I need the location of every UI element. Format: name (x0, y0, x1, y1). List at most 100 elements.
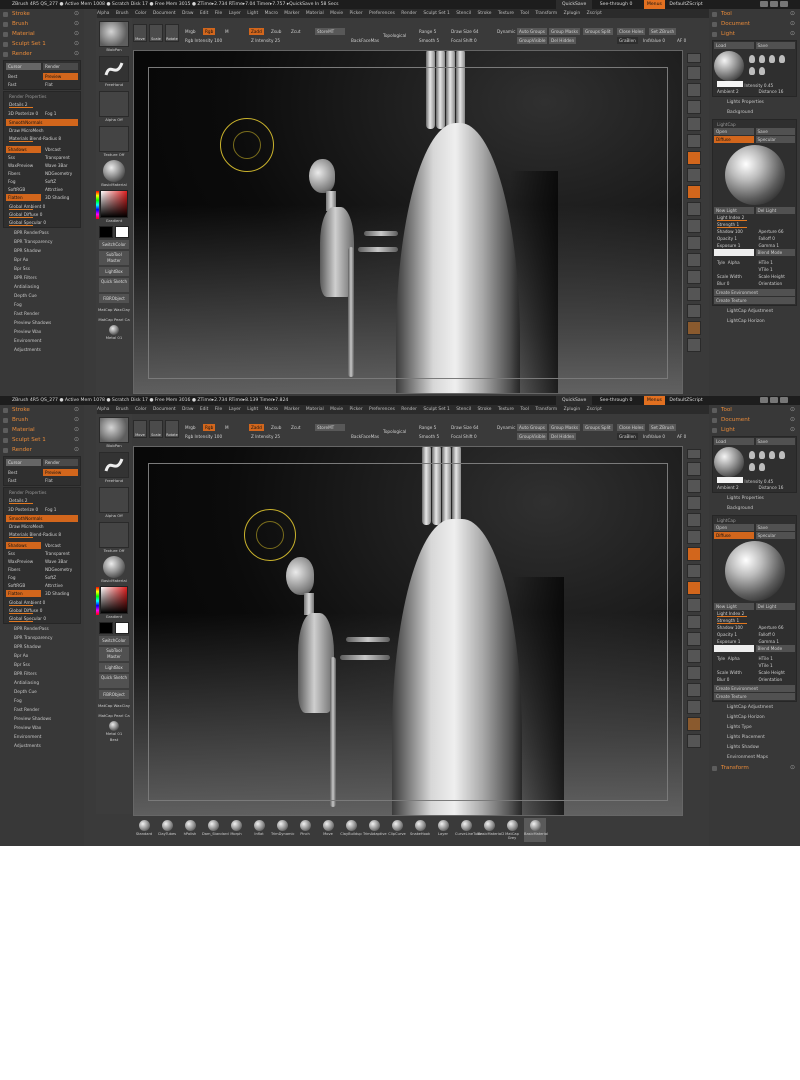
bpr-ao-button[interactable]: Bpr Ao (0, 256, 84, 265)
lightcap-title[interactable]: LightCap (714, 121, 795, 128)
diffuse-tab[interactable]: Diffuse (714, 532, 754, 539)
smooth-normals-button[interactable]: SmoothNormals (6, 119, 78, 126)
alpha-thumb[interactable] (99, 91, 129, 117)
bpr-filters-button[interactable]: BPR Filters (0, 670, 84, 679)
menu-render[interactable]: Render (401, 407, 417, 412)
aperture-slider[interactable]: Aperture 66 (756, 228, 796, 235)
menu-zplugin[interactable]: Zplugin (564, 407, 581, 412)
set-zbrush-button[interactable]: Set ZBrush (649, 28, 677, 35)
pin-icon[interactable]: ⊙ (790, 19, 795, 29)
floor-icon[interactable] (687, 134, 701, 148)
sss-toggle[interactable]: Sss (6, 154, 41, 161)
fog-toggle[interactable]: Fog (6, 178, 41, 185)
default-zscript-button[interactable]: DefaultZScript (669, 2, 702, 7)
preview-wax-button[interactable]: Preview Wax (0, 328, 84, 337)
pin-icon[interactable]: ⊙ (790, 425, 795, 435)
pin-icon[interactable]: ⊙ (74, 29, 79, 39)
maximize-icon[interactable] (770, 397, 778, 403)
transp-icon[interactable] (687, 683, 701, 697)
menu-zplugin[interactable]: Zplugin (564, 11, 581, 16)
pin-icon[interactable]: ⊙ (790, 29, 795, 39)
light-save-button[interactable]: Save (755, 42, 795, 49)
flat-render-button[interactable]: Flat (43, 81, 78, 88)
brush-inflat[interactable]: Inflat (248, 818, 270, 842)
lightcap-horizon-button[interactable]: LightCap Horizon (709, 317, 800, 327)
brush-claybuildup[interactable]: ClayBuildup (340, 818, 362, 842)
diffuse-tab[interactable]: Diffuse (714, 136, 754, 143)
actual-icon[interactable] (687, 83, 701, 97)
subtool-master-button[interactable]: SubTool Master (99, 647, 129, 661)
menu-light[interactable]: Light (247, 11, 258, 16)
lightcap-save-button[interactable]: Save (755, 524, 795, 531)
global-ambient-slider[interactable]: Global Ambient 0 (6, 599, 78, 606)
aahalf-icon[interactable] (687, 496, 701, 510)
transparent-toggle[interactable]: Transparent (43, 550, 78, 557)
tool-palette-header[interactable]: Tool ⊙ (709, 9, 800, 19)
bpr-sss-button[interactable]: Bpr Sss (0, 265, 84, 274)
brush-standard[interactable]: Standard (133, 818, 155, 842)
render-tab[interactable]: Render (43, 63, 78, 70)
xyz-icon[interactable] (687, 185, 701, 199)
preview-render-button[interactable]: Preview (43, 469, 78, 476)
lightcap-adjustment-button[interactable]: LightCap Adjustment (709, 307, 800, 317)
smooth-normals-button[interactable]: SmoothNormals (6, 515, 78, 522)
best-render-button[interactable]: Best (6, 469, 41, 476)
group-masks-button[interactable]: Group Masks (549, 424, 581, 431)
dynamic-button[interactable]: Dynamic (495, 424, 517, 431)
rotate-button[interactable]: Rotate (165, 420, 179, 438)
intensity-slider[interactable]: Intensity 0.45 (714, 81, 795, 88)
menu-alpha[interactable]: Alpha (97, 407, 109, 412)
light-bulb-icon[interactable] (759, 451, 765, 459)
m-button[interactable]: M (223, 424, 231, 431)
quick-sketch-button[interactable]: Quick Sketch (99, 278, 129, 292)
del-light-button[interactable]: Del Light (755, 207, 795, 214)
matcap-wax-label[interactable]: MatCap WaxClay (96, 703, 132, 709)
bpr-renderpass-button[interactable]: BPR RenderPass (0, 625, 84, 634)
exposure-slider[interactable]: Exposure 1 (714, 638, 754, 645)
rgb-button[interactable]: Rgb (203, 28, 216, 35)
pin-icon[interactable]: ⊙ (74, 425, 79, 435)
opacity-slider[interactable]: Opacity 1 (714, 631, 754, 638)
polyf-icon[interactable] (687, 270, 701, 284)
fog-button[interactable]: Fog (0, 697, 84, 706)
global-specular-slider[interactable]: Global Specular 0 (6, 615, 78, 622)
ghost-icon[interactable] (687, 700, 701, 714)
menu-document[interactable]: Document (153, 407, 176, 412)
aperture-slider[interactable]: Aperture 66 (756, 624, 796, 631)
strength-slider[interactable]: Strength 1 (714, 221, 795, 228)
actual-icon[interactable] (687, 479, 701, 493)
quick-sketch-button[interactable]: Quick Sketch (99, 674, 129, 688)
menu-picker[interactable]: Picker (350, 407, 363, 412)
menu-draw[interactable]: Draw (182, 11, 193, 16)
fibers-toggle[interactable]: Fibers (6, 170, 41, 177)
dynamic-button[interactable]: Dynamic (495, 28, 517, 35)
render-properties-title[interactable]: Render Properties (6, 93, 78, 100)
light-index-slider[interactable]: Light Index 2 (714, 610, 795, 617)
sss-toggle[interactable]: Sss (6, 550, 41, 557)
af-slider[interactable]: AF 0 (675, 37, 688, 44)
global-ambient-slider[interactable]: Global Ambient 0 (6, 203, 78, 210)
stroke-thumb[interactable] (99, 452, 129, 478)
local-icon[interactable] (687, 547, 701, 561)
falloff-slider[interactable]: Falloff 0 (756, 631, 796, 638)
brush-trimadaptive[interactable]: TrimAdaptive (363, 818, 387, 842)
rotate-icon[interactable] (687, 253, 701, 267)
menu-stroke[interactable]: Stroke (478, 11, 492, 16)
z-intensity-slider[interactable]: Z Intensity 25 (249, 37, 282, 44)
render-properties-title[interactable]: Render Properties (6, 489, 78, 496)
light-save-button[interactable]: Save (755, 438, 795, 445)
softz-toggle[interactable]: SoftZ (43, 574, 78, 581)
menu-texture[interactable]: Texture (498, 11, 514, 16)
range-slider[interactable]: Range 5 (417, 28, 438, 35)
switch-color-button[interactable]: SwitchColor (99, 636, 129, 645)
menu-tool[interactable]: Tool (520, 11, 529, 16)
material-basicmaterial2[interactable]: BasicMaterial2 (478, 818, 504, 842)
wave-toggle[interactable]: Wave 3Bar (43, 558, 78, 565)
pin-icon[interactable]: ⊙ (790, 763, 795, 773)
lightcap-open-button[interactable]: Open (714, 128, 754, 135)
scroll-icon[interactable] (687, 449, 701, 459)
lightcap-preview-sphere[interactable] (724, 145, 785, 205)
blur-slider[interactable]: Blur 0 (714, 280, 754, 287)
softz-toggle[interactable]: SoftZ (43, 178, 78, 185)
light-bulb-icon[interactable] (769, 55, 775, 63)
